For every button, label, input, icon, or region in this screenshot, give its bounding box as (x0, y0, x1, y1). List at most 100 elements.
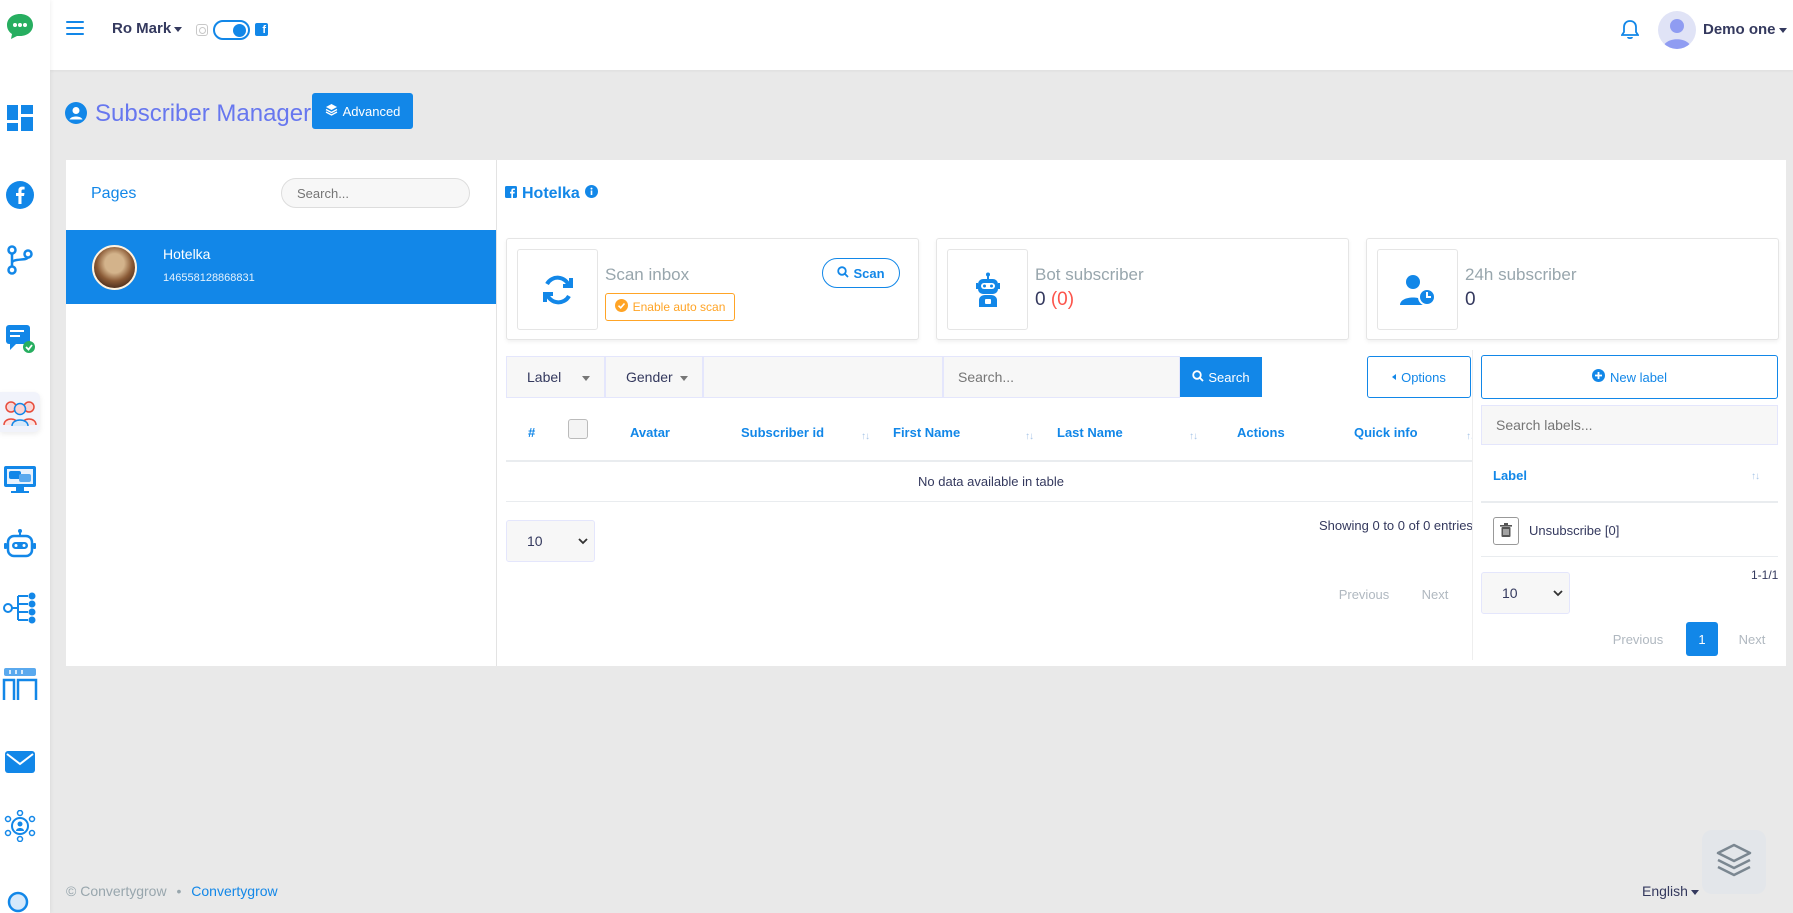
chevron-down-icon (680, 376, 688, 381)
labels-table-header: Label ↑↓ (1481, 451, 1778, 503)
sidebar (0, 0, 50, 913)
robot-icon[interactable] (0, 524, 40, 564)
col-label[interactable]: Label (1493, 468, 1527, 483)
caret-left-icon (1392, 374, 1397, 380)
top-navbar: Ro Mark f Demo one (50, 0, 1793, 70)
sort-icon[interactable]: ↑↓ (1189, 431, 1198, 442)
gender-filter-text: Gender (626, 369, 673, 385)
filter-text-input[interactable] (703, 356, 943, 398)
col-last-name[interactable]: Last Name (1057, 425, 1123, 440)
next-page-button[interactable]: Next (1413, 577, 1457, 611)
copyright-text: © Convertygrow (66, 883, 167, 899)
selected-page-name: Hotelka (522, 185, 580, 202)
bot-subscriber-label: Bot subscriber (1035, 265, 1144, 284)
trash-icon (1500, 522, 1512, 540)
sort-icon[interactable]: ↑↓ (1751, 471, 1760, 482)
options-button[interactable]: Options (1367, 356, 1471, 398)
network-user-icon[interactable] (0, 806, 40, 846)
new-label-button[interactable]: New label (1481, 355, 1778, 399)
user-avatar[interactable] (1658, 11, 1696, 49)
page-id: 146558128868831 (163, 272, 255, 284)
user-clock-icon (1377, 249, 1458, 330)
col-avatar[interactable]: Avatar (630, 425, 670, 440)
message-check-icon[interactable] (0, 318, 40, 358)
user-name: Demo one (1703, 21, 1776, 38)
notification-bell-icon[interactable] (1620, 20, 1640, 43)
info-circle-icon[interactable] (584, 185, 598, 203)
pages-search-input[interactable] (281, 178, 470, 208)
labels-panel: New label Label ↑↓ Unsubscribe [0] 10 1-… (1472, 350, 1785, 660)
previous-page-button[interactable]: Previous (1331, 577, 1397, 611)
table-length-select[interactable]: 10 (506, 520, 595, 562)
search-magnifier-icon[interactable] (0, 884, 40, 913)
plus-circle-icon (1591, 369, 1605, 385)
chevron-down-icon (174, 26, 183, 32)
labels-search-input[interactable] (1481, 405, 1778, 445)
col-number[interactable]: # (528, 425, 535, 440)
table-info: Showing 0 to 0 of 0 entries (1319, 518, 1473, 533)
subscriber-search-input[interactable] (943, 356, 1180, 398)
footer-link[interactable]: Convertygrow (191, 883, 277, 899)
layers-icon (325, 103, 338, 119)
scan-label: Scan (853, 265, 885, 281)
scan-inbox-label: Scan inbox (605, 265, 690, 284)
labels-next-button[interactable]: Next (1730, 622, 1774, 656)
facebook-small-icon: f (255, 23, 268, 36)
app-logo-icon[interactable] (0, 6, 40, 46)
24h-subscriber-card: 24h subscriber 0 (1366, 238, 1779, 340)
enable-auto-scan-button[interactable]: Enable auto scan (605, 293, 735, 321)
footer: © Convertygrow • Convertygrow (66, 883, 278, 899)
new-label-text: New label (1609, 369, 1668, 385)
dashboard-icon[interactable] (0, 98, 40, 138)
col-first-name[interactable]: First Name (893, 425, 960, 440)
labels-length-select[interactable]: 10 (1481, 572, 1570, 614)
language-dropdown[interactable]: English (1642, 883, 1699, 899)
account-dropdown[interactable]: Ro Mark (112, 20, 183, 37)
labels-page-1-button[interactable]: 1 (1686, 622, 1718, 656)
select-all-checkbox[interactable] (568, 419, 588, 439)
facebook-icon[interactable] (0, 175, 40, 215)
subscriber-filter-bar: Label Gender Search (506, 356, 1262, 398)
search-icon (1192, 369, 1205, 385)
sort-icon[interactable]: ↑↓ (861, 431, 870, 442)
search-button[interactable]: Search (1180, 357, 1262, 397)
footer-separator: • (176, 883, 182, 899)
language-label: English (1642, 883, 1688, 899)
check-circle-icon (614, 299, 628, 315)
user-dropdown[interactable]: Demo one (1703, 21, 1787, 38)
floating-layers-button[interactable] (1702, 830, 1766, 894)
labels-info: 1-1/1 (1751, 568, 1779, 582)
advanced-label: Advanced (342, 103, 401, 119)
flow-branch-icon[interactable] (0, 240, 40, 280)
search-icon (837, 265, 850, 281)
labels-previous-button[interactable]: Previous (1605, 622, 1671, 656)
chevron-down-icon (1553, 586, 1563, 603)
chevron-down-icon (582, 376, 590, 381)
col-subscriber-id[interactable]: Subscriber id (741, 425, 824, 440)
sort-icon[interactable]: ↑↓ (1025, 431, 1034, 442)
selected-page-title: Hotelka (505, 185, 598, 203)
email-icon[interactable] (0, 742, 40, 782)
24h-subscriber-label: 24h subscriber (1465, 265, 1577, 284)
hamburger-menu-icon[interactable] (66, 21, 84, 39)
labels-length-value: 10 (1502, 585, 1518, 601)
subscribers-group-icon[interactable] (0, 392, 40, 432)
sequence-tree-icon[interactable] (0, 588, 40, 628)
gender-filter-select[interactable]: Gender (605, 356, 703, 398)
broadcast-icon[interactable] (0, 664, 40, 704)
24h-subscriber-value: 0 (1465, 289, 1476, 310)
label-filter-text: Label (527, 369, 562, 385)
scan-button[interactable]: Scan (822, 258, 900, 288)
label-filter-select[interactable]: Label (506, 356, 605, 398)
bot-subscriber-count-red: (0) (1050, 289, 1075, 310)
page-list-item[interactable]: Hotelka 146558128868831 (66, 230, 496, 304)
col-quick-info[interactable]: Quick info (1354, 425, 1418, 440)
platform-toggle[interactable] (213, 20, 250, 40)
advanced-button[interactable]: Advanced (312, 93, 413, 129)
delete-label-button[interactable] (1493, 517, 1519, 545)
bot-subscriber-count: 0 (1035, 289, 1046, 310)
facebook-square-icon (505, 185, 517, 203)
chevron-down-icon (578, 534, 588, 551)
monitor-chat-icon[interactable] (0, 458, 40, 498)
table-header: # Avatar Subscriber id ↑↓ First Name ↑↓ … (506, 404, 1476, 462)
